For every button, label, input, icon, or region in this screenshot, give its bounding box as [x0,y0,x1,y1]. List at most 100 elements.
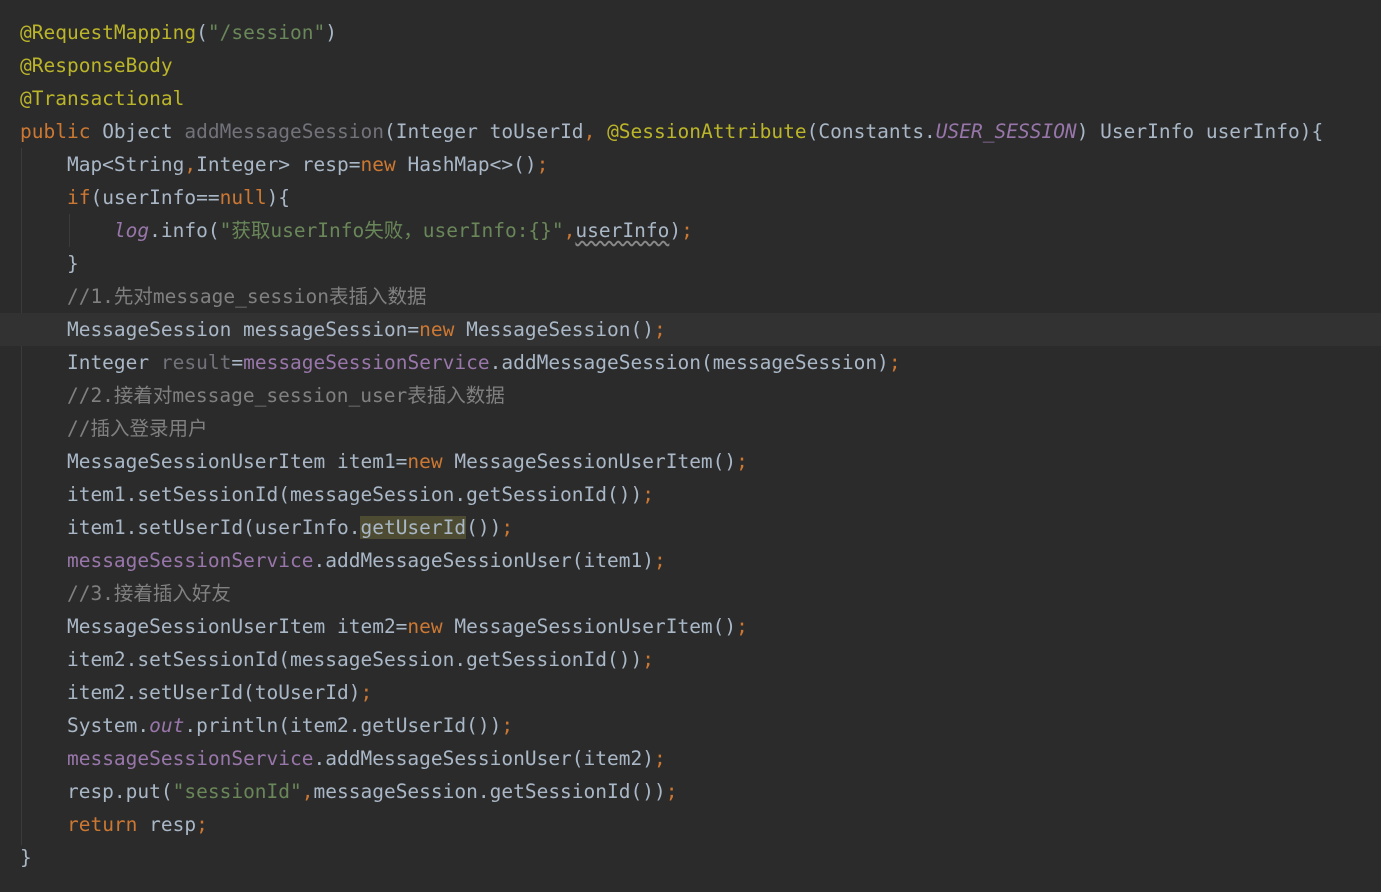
code-text: item2.setSessionId(messageSession.getSes… [20,643,654,676]
code-line[interactable]: return resp; [0,808,1381,841]
code-token: //2.接着对message_session_user表插入数据 [20,384,505,407]
code-line[interactable]: messageSessionService.addMessageSessionU… [0,544,1381,577]
code-text: @RequestMapping("/session") [20,16,337,49]
code-line[interactable]: //插入登录用户 [0,412,1381,445]
code-token: ()) [466,516,502,539]
code-line[interactable]: System.out.println(item2.getUserId()); [0,709,1381,742]
code-token: //插入登录用户 [20,417,208,440]
code-token: new [407,450,443,473]
code-token: new [407,615,443,638]
code-editor[interactable]: @RequestMapping("/session") @ResponseBody… [0,0,1381,892]
code-text: log.info("获取userInfo失败，userInfo:{}",user… [20,214,693,247]
code-line[interactable]: item1.setUserId(userInfo.getUserId()); [0,511,1381,544]
code-text: public Object addMessageSession(Integer … [20,115,1323,148]
code-token: //3.接着插入好友 [20,582,231,605]
code-token: .addMessageSessionUser(item2) [313,747,654,770]
code-token: item1.setSessionId(messageSession.getSes… [20,483,643,506]
code-token: ) UserInfo userInfo){ [1076,120,1324,143]
code-token: messageSessionService [66,747,314,770]
code-token: .addMessageSessionUser(item1) [313,549,654,572]
code-line[interactable]: @Transactional [0,82,1381,115]
code-token: ) [669,219,682,242]
code-token: return [66,813,138,836]
code-text: Integer result=messageSessionService.add… [20,346,901,379]
code-token: ; [736,615,748,638]
code-line[interactable]: } [0,247,1381,280]
code-token: ( [196,21,208,44]
code-token: //1.先对message_session表插入数据 [20,285,427,308]
code-text: return resp; [20,808,208,841]
code-token: = [231,351,244,374]
code-line[interactable]: MessageSession messageSession=new Messag… [0,313,1381,346]
code-text: item1.setSessionId(messageSession.getSes… [20,478,654,511]
code-line[interactable]: Map<String,Integer> resp=new HashMap<>()… [0,148,1381,181]
code-token: .println(item2.getUserId()) [184,714,502,737]
code-text: MessageSession messageSession=new Messag… [20,313,666,346]
code-token: log [113,219,150,242]
code-token: (Constants. [806,120,936,143]
code-token: ; [642,648,654,671]
code-token: "获取userInfo失败，userInfo:{}" [219,219,564,242]
code-token: getUserId [360,516,467,539]
code-token: } [20,846,32,869]
code-token: @ResponseBody [20,54,173,77]
code-line[interactable]: MessageSessionUserItem item1=new Message… [0,445,1381,478]
code-line[interactable]: //1.先对message_session表插入数据 [0,280,1381,313]
code-token: ; [736,450,748,473]
code-token: Map<String [20,153,185,176]
code-line[interactable]: resp.put("sessionId",messageSession.getS… [0,775,1381,808]
code-token: MessageSession() [454,318,654,341]
code-token: ){ [266,186,291,209]
code-token: , [184,153,197,176]
code-text: messageSessionService.addMessageSessionU… [20,544,666,577]
code-token: ; [501,714,514,737]
code-token: ; [196,813,208,836]
code-token: messageSessionService [243,351,490,374]
code-token: USER_SESSION [935,120,1077,143]
code-line[interactable]: @ResponseBody [0,49,1381,82]
code-line[interactable]: log.info("获取userInfo失败，userInfo:{}",user… [0,214,1381,247]
code-text: MessageSessionUserItem item1=new Message… [20,445,748,478]
code-token: ; [681,219,693,242]
code-token: ; [360,681,373,704]
code-token: , [583,120,596,143]
code-token: .info( [149,219,220,242]
code-token: ; [536,153,549,176]
code-token: out [149,714,185,737]
code-token: @SessionAttribute [607,120,807,143]
code-token: ; [653,549,666,572]
code-line[interactable]: //3.接着插入好友 [0,577,1381,610]
code-line[interactable]: if(userInfo==null){ [0,181,1381,214]
code-text: Map<String,Integer> resp=new HashMap<>()… [20,148,548,181]
code-token: userInfo [575,219,670,242]
code-text: } [20,247,79,280]
code-text: //插入登录用户 [20,412,208,445]
code-token: HashMap<>() [395,153,537,176]
code-line[interactable]: @RequestMapping("/session") [0,16,1381,49]
code-token: "/session" [207,21,326,44]
code-token: MessageSessionUserItem() [442,450,737,473]
code-line[interactable]: item2.setSessionId(messageSession.getSes… [0,643,1381,676]
code-line[interactable]: //2.接着对message_session_user表插入数据 [0,379,1381,412]
code-token: ; [888,351,901,374]
code-text: //1.先对message_session表插入数据 [20,280,427,313]
code-text: //2.接着对message_session_user表插入数据 [20,379,505,412]
code-token: if [66,186,91,209]
code-line[interactable]: item1.setSessionId(messageSession.getSes… [0,478,1381,511]
code-token: ; [501,516,514,539]
code-text: item2.setUserId(toUserId); [20,676,372,709]
code-token: , [563,219,576,242]
code-line[interactable]: messageSessionService.addMessageSessionU… [0,742,1381,775]
code-token: @Transactional [20,87,185,110]
code-token: Integer> resp= [196,153,361,176]
code-line[interactable]: item2.setUserId(toUserId); [0,676,1381,709]
code-token: ; [654,318,666,341]
code-text: System.out.println(item2.getUserId()); [20,709,513,742]
code-line[interactable]: MessageSessionUserItem item2=new Message… [0,610,1381,643]
code-text: item1.setUserId(userInfo.getUserId()); [20,511,513,544]
code-line[interactable]: } [0,841,1381,874]
code-line[interactable]: Integer result=messageSessionService.add… [0,346,1381,379]
code-token: item2.setSessionId(messageSession.getSes… [20,648,643,671]
code-line[interactable]: public Object addMessageSession(Integer … [0,115,1381,148]
